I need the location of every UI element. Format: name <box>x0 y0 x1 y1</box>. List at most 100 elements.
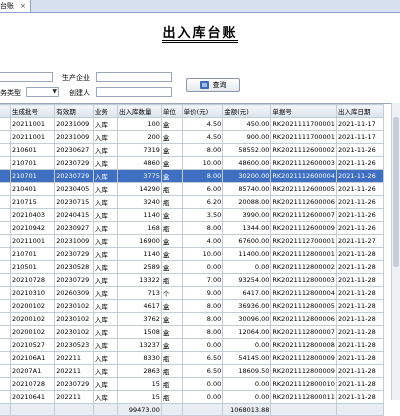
tab-label: 台账 <box>0 2 14 10</box>
creator-input[interactable] <box>96 87 172 97</box>
table-cell: 8.00 <box>181 221 224 235</box>
producer-label: 生产企业 <box>62 74 90 82</box>
table-row[interactable]: 20210641 202211 入库 15 瓶 0.00 0.00 RK20211128000… <box>0 390 385 404</box>
table-cell: 9.00 <box>181 286 224 300</box>
table-cell: 盒 <box>160 117 183 131</box>
table-cell: 6.50 <box>181 351 224 365</box>
tab-ledger[interactable]: 台账 × <box>0 0 31 12</box>
column-header[interactable]: 单位 <box>160 104 183 118</box>
table-cell: 20240415 <box>54 208 94 222</box>
table-cell: RK2021112800011 <box>270 390 337 404</box>
column-header[interactable]: 出入库日期 <box>335 104 385 118</box>
table-cell: 盒 <box>0 338 11 352</box>
table-row[interactable]: 20207A1 202211 入库 2863 瓶 6.50 18609.50 RK202111… <box>0 364 385 378</box>
table-cell: 入库 <box>92 273 118 287</box>
table-row[interactable]: 20200102 20230102 入库 3762 盒 8.00 30096.00 RK202… <box>0 312 385 326</box>
table-row[interactable]: 20210728 20230729 入库 13322 瓶 7.00 93254.00 RK20… <box>0 273 385 287</box>
table-row[interactable]: 210501 20230528 入库 2589 盒 0.00 0.00 RK202111280… <box>0 260 385 274</box>
table-cell: 20210527 <box>9 338 56 352</box>
table-row[interactable]: 盒2021052720230523入库13237盒0.000.00RK20211… <box>0 338 385 352</box>
table-cell: RK2021112800006 <box>270 312 337 326</box>
column-header[interactable] <box>0 104 11 118</box>
table-cell: 6.00 <box>181 182 224 196</box>
table-cell: 20230729 <box>54 377 94 391</box>
table-cell: 2021-11-17 <box>335 130 385 144</box>
table-cell: 2021-11-28 <box>335 364 385 378</box>
table-row[interactable]: 20200102 20230102 入库 1508 盒 8.00 12064.00 RK202… <box>0 325 385 339</box>
table-cell: 210715 <box>9 195 56 209</box>
column-header[interactable]: 金额(元) <box>222 104 272 118</box>
table-cell: RK2021111700001 <box>270 117 337 131</box>
table-cell: 0.00 <box>181 377 224 391</box>
table-row[interactable]: 210701 20230729 入库 4860 盒 10.00 48600.00 RK2021… <box>0 156 385 170</box>
table-cell: 58552.00 <box>222 143 272 157</box>
table-row[interactable]: 20210728 20230729 入库 15 瓶 0.00 0.00 RK202111280… <box>0 377 385 391</box>
filter-input-left[interactable] <box>0 72 53 82</box>
table-row[interactable]: 210715 20230715 入库 3240 瓶 6.20 20088.00 RK20211… <box>0 195 385 209</box>
table-cell: 20230523 <box>54 338 94 352</box>
table-cell: 6.50 <box>181 364 224 378</box>
table-row[interactable]: 20211001 20231009 入库 100 盒 4.50 450.00 RK202111… <box>0 117 385 131</box>
table-cell: RK2021112600005 <box>270 182 337 196</box>
table-row[interactable]: 20210403 20240415 入库 1140 盒 3.50 3990.00 RK2021… <box>0 208 385 222</box>
table-cell: 2021-11-26 <box>335 169 385 183</box>
table-cell: 3240 <box>116 195 162 209</box>
table-cell: 0.00 <box>181 260 224 274</box>
table-cell: 20230528 <box>54 260 94 274</box>
table-cell: 210401 <box>9 182 56 196</box>
table-cell: 20230729 <box>54 273 94 287</box>
column-header[interactable]: 有效期 <box>54 104 94 118</box>
table-row[interactable]: 20211001 20231009 入库 16900 盒 4.00 67600.00 RK20… <box>0 234 385 248</box>
column-header[interactable]: 出入库数量 <box>116 104 162 118</box>
totals-row: 99473.00 1068013.88 <box>0 403 385 416</box>
table-cell: 48600.00 <box>222 156 272 170</box>
table-cell: 20230715 <box>54 195 94 209</box>
table-cell: 入库 <box>92 390 118 404</box>
scrollbar-thumb[interactable] <box>393 117 399 267</box>
table-cell: 210701 <box>9 247 56 261</box>
table-row[interactable]: 210401 20230405 入库 14290 瓶 6.00 85740.00 RK2021… <box>0 182 385 196</box>
table-cell: 瓶 <box>160 377 183 391</box>
table-cell: 0.00 <box>222 338 272 352</box>
table-row[interactable]: 20210310 20260309 入库 713 个 9.00 6417.00 RK20211… <box>0 286 385 300</box>
table-cell: 盒 <box>160 312 183 326</box>
close-icon[interactable]: × <box>20 2 26 10</box>
table-row[interactable]: 210701 20230729 入库 3775 盒 8.00 30200.00 RK20211… <box>0 169 385 183</box>
ledger-table: 生成批号 有效期 业务 出入库数量 单位 单价(元) 金额(元) 单据号 出入库日期 20211… <box>0 104 385 416</box>
table-cell <box>0 390 11 404</box>
column-header[interactable]: 业务 <box>92 104 118 118</box>
table-row[interactable]: 20211001 20231009 入库 200 盒 4.50 900.00 RK202111… <box>0 130 385 144</box>
search-icon <box>199 81 209 89</box>
table-cell: 10.00 <box>181 247 224 261</box>
table-cell: 11400.00 <box>222 247 272 261</box>
table-cell: 2021-11-17 <box>335 117 385 131</box>
column-header[interactable]: 单据号 <box>270 104 337 118</box>
vertical-scrollbar[interactable] <box>391 103 400 400</box>
table-cell: 瓶 <box>160 221 183 235</box>
table-row[interactable]: 20210942 20230927 入库 168 瓶 8.00 1344.00 RK20211… <box>0 221 385 235</box>
table-cell: 20231009 <box>54 130 94 144</box>
table-cell: 入库 <box>92 299 118 313</box>
table-cell: 盒 <box>160 208 183 222</box>
table-cell: 15 <box>116 377 162 391</box>
table-cell: 20231009 <box>54 117 94 131</box>
column-header[interactable]: 单价(元) <box>181 104 224 118</box>
totals-cell <box>335 403 385 416</box>
table-row[interactable]: 210601 20230627 入库 7319 盒 8.00 58552.00 RK20211… <box>0 143 385 157</box>
table-cell: RK2021112800009 <box>270 351 337 365</box>
table-row[interactable]: 210701 20230729 入库 1140 盒 10.00 11400.00 RK2021… <box>0 247 385 261</box>
business-type-select[interactable]: ▼ <box>26 87 59 97</box>
query-button[interactable]: 查询 <box>186 78 240 92</box>
table-row[interactable]: 202106A1 202211 入库 8330 瓶 6.50 54145.00 RK20211… <box>0 351 385 365</box>
table-cell: 30200.00 <box>222 169 272 183</box>
column-header[interactable]: 生成批号 <box>9 104 56 118</box>
table-row[interactable]: 20200102 20230102 入库 4617 盒 8.00 36936.00 RK202… <box>0 299 385 313</box>
table-cell: 1508 <box>116 325 162 339</box>
table-cell: 0.00 <box>222 377 272 391</box>
table-cell <box>0 377 11 391</box>
table-cell: 20231009 <box>54 234 94 248</box>
producer-input[interactable] <box>96 72 172 82</box>
table-cell: 713 <box>116 286 162 300</box>
totals-cell <box>54 403 94 416</box>
table-cell: 2021-11-28 <box>335 260 385 274</box>
